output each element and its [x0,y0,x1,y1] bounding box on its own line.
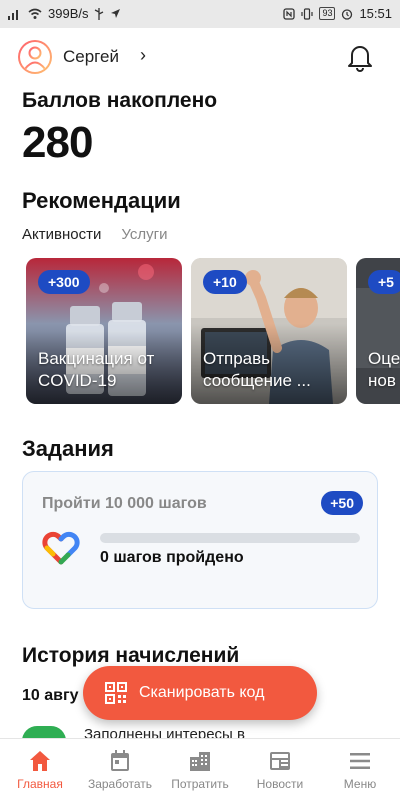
alarm-icon [342,8,353,20]
navigation-icon [111,9,121,18]
clock: 15:51 [359,6,392,21]
card-points-badge: +300 [38,270,90,294]
card-title: Отправь сообщение ... [203,349,311,390]
nfc-icon [283,7,296,20]
network-speed: 399B/s [48,6,89,21]
usb-icon [95,7,104,20]
card-title: Вакцинация от COVID-19 [38,349,155,390]
history-item-text: Заполнены интересы в [84,726,245,738]
nav-label: Новости [256,777,304,791]
menu-icon [350,753,370,769]
nav-item-news[interactable]: Новости [240,739,320,801]
card-points-badge: +10 [203,270,247,294]
wifi-icon [28,8,42,19]
user-icon [24,46,46,70]
recommendation-carousel[interactable]: +300 Вакцинация от COVID-19 +10 Отправь … [26,258,400,404]
qr-code-icon [105,682,127,704]
card-points-badge: +5 [368,270,400,294]
scan-code-label: Сканировать код [139,684,265,701]
nav-label: Заработать [87,777,153,791]
history-item[interactable]: Заполнены интересы в [22,726,382,738]
points-value: 280 [22,118,93,167]
steps-status: 0 шагов пройдено [100,549,244,566]
home-icon [30,751,50,771]
recommendations-title: Рекомендации [22,188,181,213]
status-right: 93 15:51 [283,6,392,21]
history-item-icon [22,726,66,738]
status-bar: 399B/s 93 15:51 [0,0,400,28]
tab-services[interactable]: Услуги [121,226,167,243]
task-name: Пройти 10 000 шагов [42,495,207,512]
task-points-badge: +50 [321,491,363,515]
points-label: Баллов накоплено [22,89,218,112]
card-title: Оце нов [368,349,400,390]
history-title: История начислений [22,644,240,667]
nav-item-home[interactable]: Главная [0,739,80,801]
scan-code-button[interactable]: Сканировать код [83,666,317,720]
bell-icon[interactable] [346,42,374,72]
signal-icon [8,9,18,20]
tasks-title: Задания [22,436,114,461]
battery-level: 93 [319,7,336,20]
recommendation-card-vaccination[interactable]: +300 Вакцинация от COVID-19 [26,258,182,404]
nav-label: Главная [17,777,63,791]
nav-item-menu[interactable]: Меню [320,739,400,801]
recommendations-tabs: Активности Услуги [22,226,167,243]
task-card-steps[interactable]: Пройти 10 000 шагов +50 0 шагов пройдено [22,471,378,609]
chevron-right-icon[interactable]: › [140,45,146,66]
vibrate-icon [301,7,314,20]
bottom-navigation: Главная Заработать Потратить Новости Мен… [0,738,400,801]
nav-item-earn[interactable]: Заработать [80,739,160,801]
avatar-inner [20,42,50,72]
google-fit-heart-icon [42,531,80,565]
steps-progress-bar [100,533,360,543]
avatar[interactable] [18,40,52,74]
buildings-icon [190,752,210,771]
calendar-icon [111,750,129,771]
news-icon [270,752,290,770]
user-name[interactable]: Сергей [63,47,119,67]
app-header: Сергей › [0,36,400,80]
recommendation-card-message[interactable]: +10 Отправь сообщение ... [191,258,347,404]
history-date: 10 авгу [22,687,79,704]
nav-label: Потратить [171,777,229,791]
recommendation-card-rate[interactable]: +5 Оце нов [356,258,400,404]
nav-label: Меню [343,777,377,791]
nav-item-spend[interactable]: Потратить [160,739,240,801]
status-left: 399B/s [8,6,121,21]
tab-activities[interactable]: Активности [22,226,101,243]
